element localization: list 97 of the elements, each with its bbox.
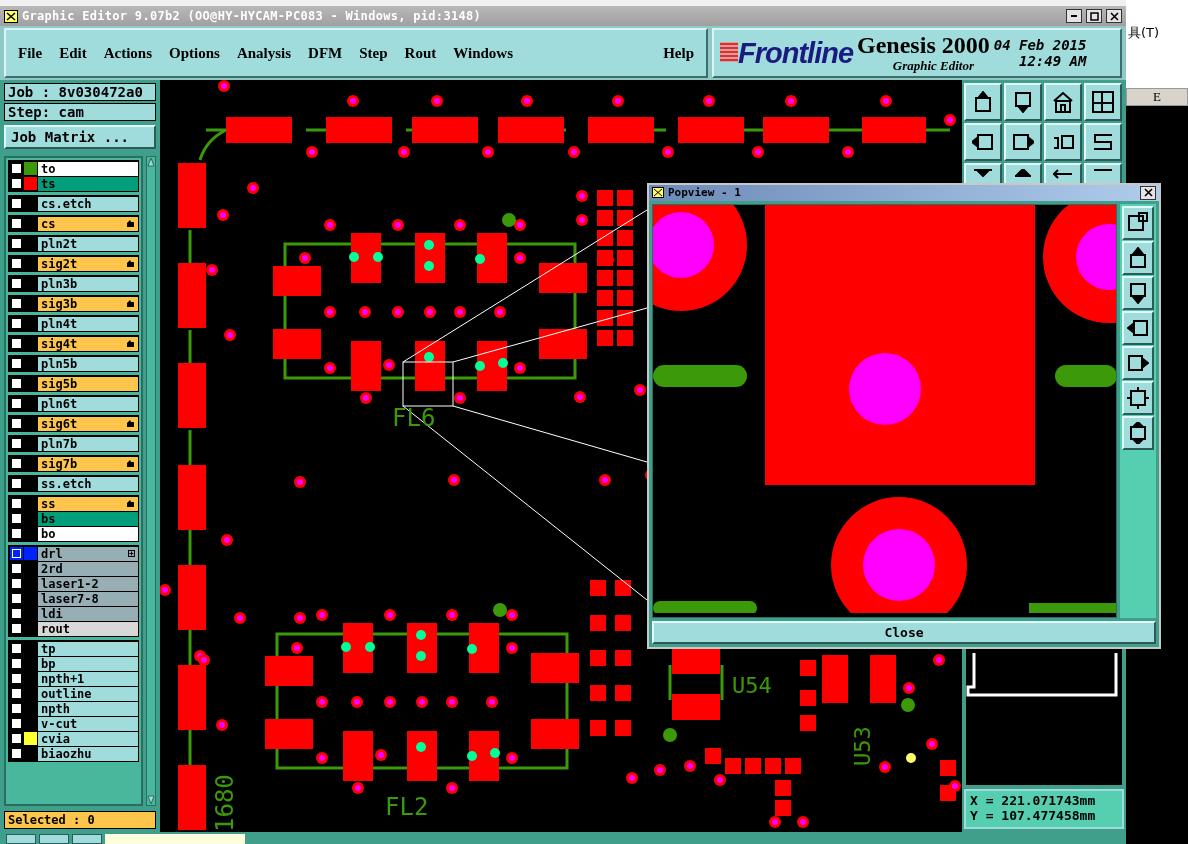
layer-item[interactable]: pln3b xyxy=(38,276,138,291)
layer-item[interactable]: to xyxy=(38,161,138,176)
layer-name: cs.etch xyxy=(41,196,92,211)
layer-item[interactable]: pln4t xyxy=(38,316,138,331)
date-text: 04 Feb 2015 xyxy=(993,37,1087,53)
layer-name: v-cut xyxy=(41,716,78,731)
layer-name: biaozhu xyxy=(41,746,92,761)
layer-name: sig5b xyxy=(41,376,78,391)
layer-name: npth+1 xyxy=(41,671,85,686)
y-coordinate: Y = 107.477458mm xyxy=(970,808,1097,823)
layer-item[interactable]: sig3b xyxy=(38,296,138,311)
layer-name: sig3b xyxy=(41,296,78,311)
layer-item[interactable]: ts xyxy=(38,176,138,191)
menu-item[interactable]: Actions xyxy=(103,44,152,62)
layer-name: pln3b xyxy=(41,276,78,291)
layer-name: tp xyxy=(41,641,56,656)
layer-name: rout xyxy=(41,621,70,636)
layer-name: outline xyxy=(41,686,92,701)
layer-name: bp xyxy=(41,656,56,671)
layer-item[interactable]: 2rd xyxy=(38,561,138,576)
layer-item[interactable]: npth+1 xyxy=(38,671,138,686)
layer-item[interactable]: sig6t xyxy=(38,416,138,431)
layer-name: to xyxy=(41,161,56,176)
menu-item[interactable]: Windows xyxy=(453,44,513,62)
layer-name: pln6t xyxy=(41,396,78,411)
layer-item[interactable]: pln2t xyxy=(38,236,138,251)
layer-item[interactable]: laser1-2 xyxy=(38,576,138,591)
layer-item[interactable]: bo xyxy=(38,526,138,541)
layer-name: sig6t xyxy=(41,416,78,431)
layer-name: sig4t xyxy=(41,336,78,351)
layer-name: pln2t xyxy=(41,236,78,251)
layer-item[interactable]: cvia xyxy=(38,731,138,746)
layer-name: npth xyxy=(41,701,70,716)
layer-item[interactable]: laser7-8 xyxy=(38,591,138,606)
layer-item[interactable]: bp xyxy=(38,656,138,671)
layer-name: ts xyxy=(41,176,56,191)
menu-item[interactable]: Analysis xyxy=(236,44,292,62)
layer-item[interactable]: ldi xyxy=(38,606,138,621)
layer-item[interactable]: bs xyxy=(38,511,138,526)
window-title: Graphic Editor 9.07b2 (OO@HY-HYCAM-PC083 - Windows, pid:3148) xyxy=(22,9,482,23)
layer-item[interactable]: sig2t xyxy=(38,256,138,271)
layer-name: cs xyxy=(41,216,56,231)
layer-name: pln7b xyxy=(41,436,78,451)
layer-item[interactable]: ss.etch xyxy=(38,476,138,491)
layer-name: sig7b xyxy=(41,456,78,471)
layer-item[interactable]: pln7b xyxy=(38,436,138,451)
layer-item[interactable]: ss xyxy=(38,496,138,511)
menu-item[interactable]: Options xyxy=(169,44,220,62)
component-label: FL2 xyxy=(385,793,429,821)
layer-item[interactable]: pln5b xyxy=(38,356,138,371)
layer-name: sig2t xyxy=(41,256,78,271)
layer-item[interactable]: cs xyxy=(38,216,138,231)
selected-count: Selected : 0 xyxy=(4,811,156,829)
layer-name: laser1-2 xyxy=(41,576,99,591)
product-subtitle: Graphic Editor xyxy=(892,58,974,74)
column-header: E xyxy=(1126,88,1188,106)
component-label: U53 xyxy=(850,726,875,766)
layer-name: laser7-8 xyxy=(41,591,99,606)
window-title: Popview - 1 xyxy=(668,186,742,200)
job-matrix-button[interactable]: Job Matrix ... xyxy=(4,125,156,149)
close-button[interactable]: Close xyxy=(652,620,1156,644)
component-label: 1680 xyxy=(211,774,239,832)
layer-item[interactable]: biaozhu xyxy=(38,746,138,761)
layer-name: bo xyxy=(41,526,56,541)
layer-item[interactable]: v-cut xyxy=(38,716,138,731)
layer-item[interactable]: sig4t xyxy=(38,336,138,351)
layer-name: cvia xyxy=(41,731,70,746)
menu-item[interactable]: Edit xyxy=(59,44,87,62)
x-coordinate: X = 221.071743mm xyxy=(970,793,1097,808)
menu-item[interactable]: File xyxy=(18,44,43,62)
menu-item[interactable]: Rout xyxy=(404,44,437,62)
layer-item[interactable]: cs.etch xyxy=(38,196,138,211)
layer-item[interactable]: tp xyxy=(38,641,138,656)
layer-item[interactable]: rout xyxy=(38,621,138,636)
layer-item[interactable]: pln6t xyxy=(38,396,138,411)
brand-logo: Frontline xyxy=(738,36,854,70)
layer-name: pln4t xyxy=(41,316,78,331)
component-label: U54 xyxy=(732,673,772,698)
layer-name: 2rd xyxy=(41,561,63,576)
step-label: Step: cam xyxy=(4,103,156,121)
menu-item[interactable]: Step xyxy=(359,44,388,62)
layer-name: ss xyxy=(41,496,56,511)
menu-item[interactable]: DFM xyxy=(308,44,343,62)
job-label: Job : 8v030472a0 xyxy=(4,83,156,101)
layer-item[interactable]: sig5b xyxy=(38,376,138,391)
layer-item[interactable]: drl xyxy=(38,546,138,561)
menu-item[interactable]: Help xyxy=(663,44,694,62)
layer-item[interactable]: npth xyxy=(38,701,138,716)
layer-item[interactable]: sig7b xyxy=(38,456,138,471)
product-name: Genesis 2000 xyxy=(857,32,990,58)
layer-item[interactable]: outline xyxy=(38,686,138,701)
layer-name: pln5b xyxy=(41,356,78,371)
time-text: 12:49 AM xyxy=(1019,53,1087,69)
layer-name: bs xyxy=(41,511,56,526)
layer-name: ldi xyxy=(41,606,63,621)
layer-name: drl xyxy=(41,546,63,561)
layer-name: ss.etch xyxy=(41,476,92,491)
